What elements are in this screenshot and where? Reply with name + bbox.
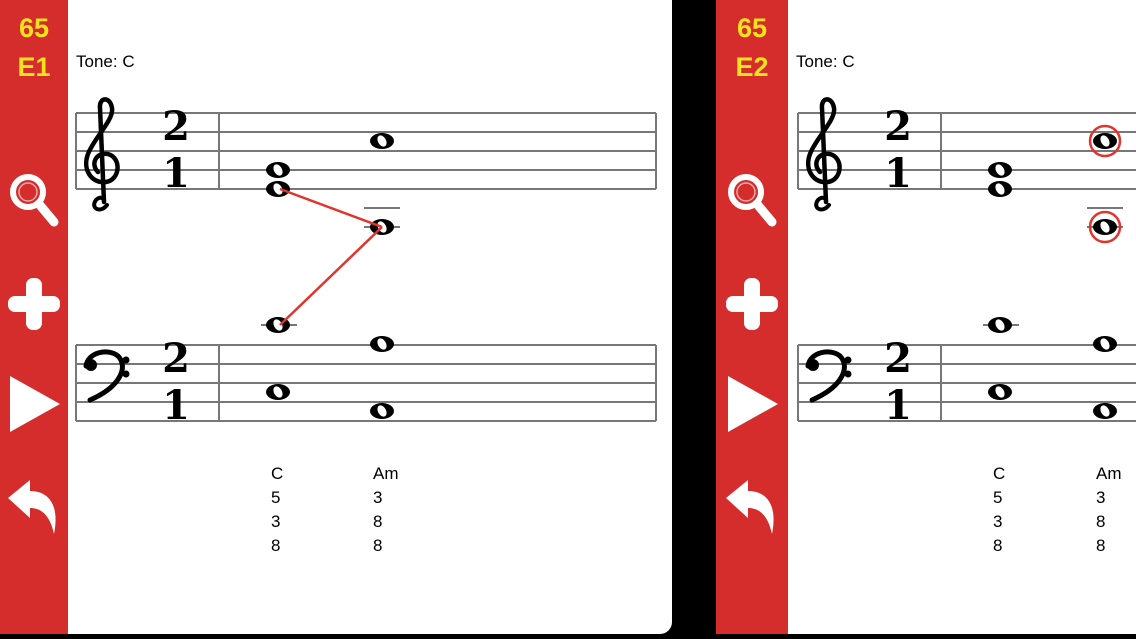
- whole-note: [1093, 336, 1117, 352]
- chord-column: Am 3 8 8: [1096, 462, 1122, 558]
- staff-system: 2 1 2 1: [75, 97, 657, 429]
- chord-name: Am: [373, 464, 399, 483]
- time-signature-top: 2: [162, 103, 190, 150]
- whole-note: [266, 162, 290, 178]
- whole-note: [1093, 219, 1117, 235]
- play-button[interactable]: [0, 372, 68, 436]
- time-signature-top: 2: [884, 103, 912, 150]
- chord-number: 3: [1096, 488, 1106, 507]
- exercise-number: 65: [18, 13, 50, 43]
- time-signature-top: 2: [162, 335, 190, 382]
- undo-button[interactable]: [716, 476, 788, 540]
- undo-button[interactable]: [0, 476, 68, 540]
- bass-clef-icon: [83, 349, 130, 403]
- score-area: Tone: C 2 1 2 1 C 5 3 8 Am 3 8 8: [788, 0, 1136, 634]
- treble-staff: [797, 112, 1136, 190]
- exercise-number: 65: [736, 13, 768, 43]
- chord-number: 3: [993, 512, 1003, 531]
- chord-name: C: [993, 464, 1006, 483]
- time-signature-bottom: 1: [162, 150, 190, 197]
- search-button[interactable]: [716, 168, 788, 232]
- treble-clef-icon: [84, 97, 120, 212]
- whole-note: [370, 133, 394, 149]
- whole-note: [370, 403, 394, 419]
- bass-clef-icon: [805, 349, 852, 403]
- whole-note: [988, 317, 1012, 333]
- plus-icon: [726, 278, 778, 330]
- time-signature-bottom: 1: [884, 382, 912, 429]
- whole-note: [266, 181, 290, 197]
- chord-number: 8: [271, 536, 281, 555]
- whole-note: [1093, 403, 1117, 419]
- whole-note: [266, 384, 290, 400]
- score-area: Tone: C 2 1 2 1 C 5 3 8 Am 3 8 8: [68, 0, 672, 634]
- chord-number: 8: [993, 536, 1003, 555]
- chord-number: 3: [271, 512, 281, 531]
- undo-icon: [726, 480, 774, 534]
- play-icon: [728, 376, 778, 432]
- chord-column: Am 3 8 8: [373, 462, 399, 558]
- play-icon: [10, 376, 60, 432]
- search-button[interactable]: [0, 168, 68, 232]
- exercise-code: E2: [735, 52, 769, 82]
- whole-note: [988, 384, 1012, 400]
- chord-number: 8: [373, 536, 383, 555]
- chord-number: 5: [993, 488, 1003, 507]
- time-signature-bottom: 1: [162, 382, 190, 429]
- chord-number: 8: [1096, 536, 1106, 555]
- chord-number: 3: [373, 488, 383, 507]
- chord-number: 8: [1096, 512, 1106, 531]
- sidebar: 65 E1: [0, 0, 68, 634]
- treble-clef-icon: [806, 97, 842, 212]
- whole-note: [988, 162, 1012, 178]
- staff-system: 2 1 2 1: [797, 97, 1136, 429]
- play-button[interactable]: [716, 372, 788, 436]
- chord-column: C 5 3 8: [271, 462, 283, 558]
- time-signature-bottom: 1: [884, 150, 912, 197]
- bass-staff: [797, 344, 1136, 422]
- chord-name: Am: [1096, 464, 1122, 483]
- undo-icon: [8, 480, 56, 534]
- add-button[interactable]: [716, 272, 788, 336]
- sidebar: 65 E2: [716, 0, 788, 634]
- whole-note: [370, 336, 394, 352]
- chord-name: C: [271, 464, 284, 483]
- voice-leading-line: [279, 226, 383, 326]
- whole-note: [1093, 133, 1117, 149]
- whole-note: [988, 181, 1012, 197]
- exercise-panel-2: 65 E2 Tone: C 2 1 2 1 C 5 3 8 Am 3 8 8: [716, 0, 1136, 634]
- plus-icon: [8, 278, 60, 330]
- exercise-panel-1: 65 E1 Tone: C 2 1 2 1 C 5 3 8 Am 3 8 8: [0, 0, 672, 634]
- chord-number: 5: [271, 488, 281, 507]
- add-button[interactable]: [0, 272, 68, 336]
- chord-number: 8: [373, 512, 383, 531]
- search-icon: [728, 174, 777, 227]
- time-signature-top: 2: [884, 335, 912, 382]
- search-icon: [10, 174, 59, 227]
- exercise-code: E1: [17, 52, 51, 82]
- chord-column: C 5 3 8: [993, 462, 1005, 558]
